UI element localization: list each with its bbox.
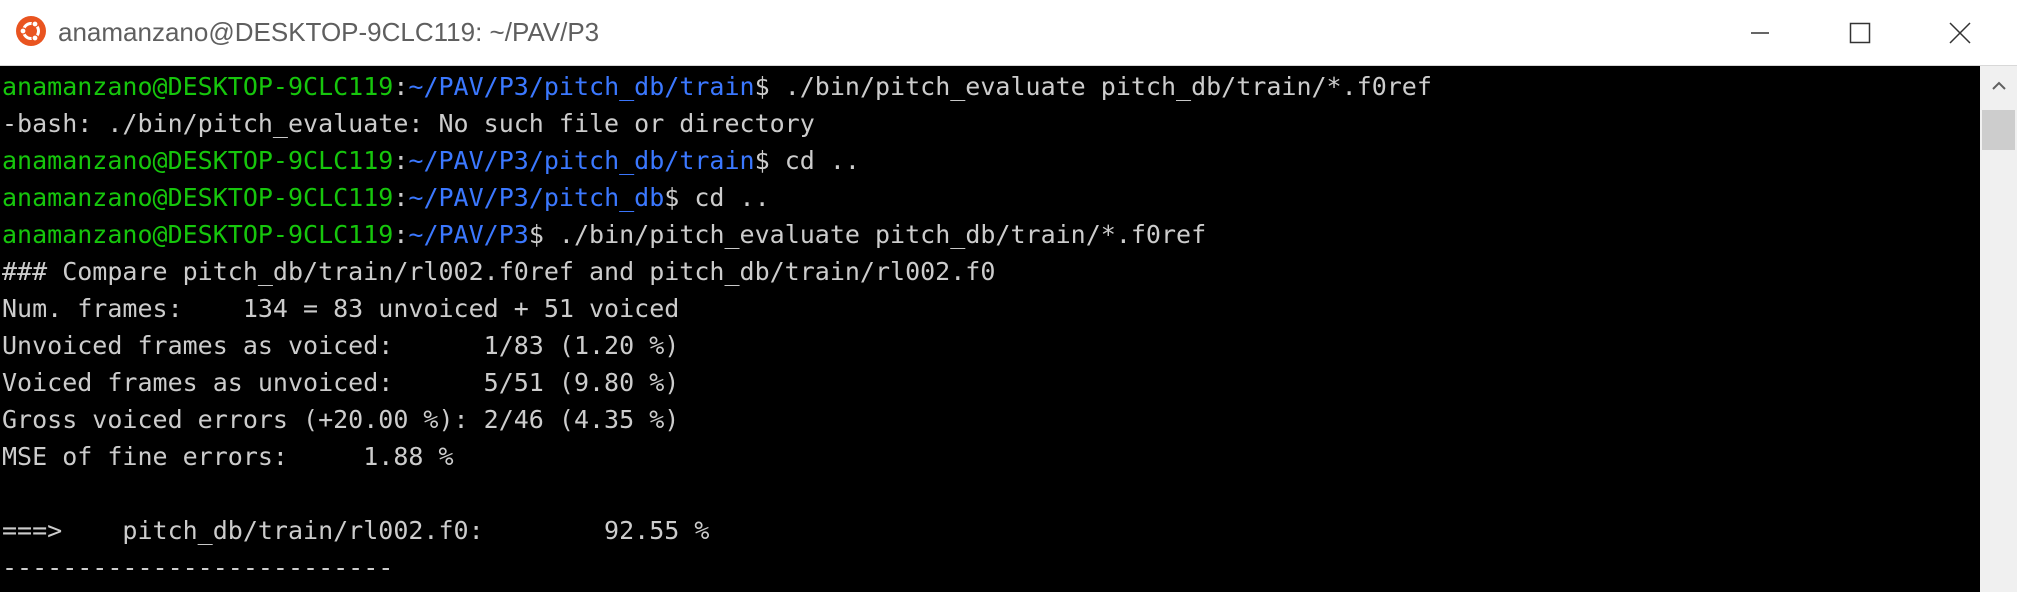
prompt-line: anamanzano@DESKTOP-9CLC119:~/PAV/P3/pitc… <box>2 68 1432 105</box>
prompt-path: ~/PAV/P3/pitch_db/train <box>408 146 755 175</box>
maximize-icon <box>1849 22 1871 44</box>
prompt-separator: : <box>393 183 409 212</box>
output-line: ===> pitch_db/train/rl002.f0: 92.55 % <box>2 516 710 545</box>
prompt-line: anamanzano@DESKTOP-9CLC119:~/PAV/P3/pitc… <box>2 142 860 179</box>
prompt-separator: : <box>393 72 409 101</box>
maximize-button[interactable] <box>1810 0 1910 66</box>
output-line: -bash: ./bin/pitch_evaluate: No such fil… <box>2 109 815 138</box>
prompt-command: $ cd .. <box>754 146 860 175</box>
prompt-user: anamanzano@DESKTOP-9CLC119 <box>2 72 394 101</box>
output-line: Unvoiced frames as voiced: 1/83 (1.20 %) <box>2 331 680 360</box>
output-line: -------------------------- <box>2 553 394 582</box>
prompt-path: ~/PAV/P3 <box>408 220 529 249</box>
vertical-scrollbar[interactable] <box>1980 66 2017 592</box>
minimize-button[interactable] <box>1710 0 1810 66</box>
prompt-path: ~/PAV/P3/pitch_db/train <box>408 72 755 101</box>
window-title: anamanzano@DESKTOP-9CLC119: ~/PAV/P3 <box>58 17 600 47</box>
output-line: MSE of fine errors: 1.88 % <box>2 442 454 471</box>
output-line: Voiced frames as unvoiced: 5/51 (9.80 %) <box>2 368 680 397</box>
prompt-command: $ ./bin/pitch_evaluate pitch_db/train/*.… <box>754 72 1432 101</box>
prompt-user: anamanzano@DESKTOP-9CLC119 <box>2 183 394 212</box>
prompt-command: $ ./bin/pitch_evaluate pitch_db/train/*.… <box>528 220 1207 249</box>
close-button[interactable] <box>1910 0 2010 66</box>
scroll-thumb[interactable] <box>1982 110 2015 150</box>
prompt-line: anamanzano@DESKTOP-9CLC119:~/PAV/P3$ ./b… <box>2 216 1206 253</box>
terminal-window: anamanzano@DESKTOP-9CLC119: ~/PAV/P3 ana… <box>0 0 2017 592</box>
prompt-command: $ cd .. <box>664 183 770 212</box>
output-line: Gross voiced errors (+20.00 %): 2/46 (4.… <box>2 405 680 434</box>
scroll-up-button[interactable] <box>1980 66 2017 106</box>
minimize-icon <box>1751 32 1769 34</box>
output-line: ### Compare pitch_db/train/rl002.f0ref a… <box>2 257 996 286</box>
prompt-path: ~/PAV/P3/pitch_db <box>408 183 665 212</box>
ubuntu-icon[interactable] <box>16 16 46 46</box>
title-bar[interactable]: anamanzano@DESKTOP-9CLC119: ~/PAV/P3 <box>0 0 2017 66</box>
prompt-separator: : <box>393 220 409 249</box>
close-icon <box>1949 22 1971 44</box>
chevron-up-icon <box>1991 81 2006 90</box>
terminal-output[interactable]: anamanzano@DESKTOP-9CLC119:~/PAV/P3/pitc… <box>0 66 1980 592</box>
prompt-separator: : <box>393 146 409 175</box>
prompt-line: anamanzano@DESKTOP-9CLC119:~/PAV/P3/pitc… <box>2 179 770 216</box>
prompt-user: anamanzano@DESKTOP-9CLC119 <box>2 146 394 175</box>
prompt-user: anamanzano@DESKTOP-9CLC119 <box>2 220 394 249</box>
output-line: Num. frames: 134 = 83 unvoiced + 51 voic… <box>2 294 680 323</box>
